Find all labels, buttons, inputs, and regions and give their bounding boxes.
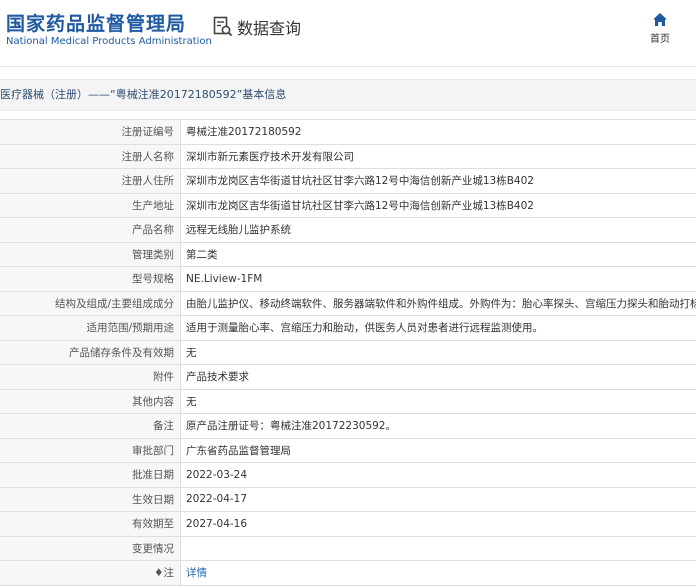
row-label: 产品名称	[0, 218, 181, 243]
row-value: 2027-04-16	[181, 512, 696, 537]
table-row: 注册人住所深圳市龙岗区吉华街道甘坑社区甘李六路12号中海信创新产业城13栋B40…	[0, 169, 696, 194]
row-value: 产品技术要求	[181, 365, 696, 390]
row-label: 变更情况	[0, 536, 181, 561]
data-query-label: 数据查询	[237, 15, 301, 39]
row-label: 适用范围/预期用途	[0, 316, 181, 341]
home-link[interactable]: 首页	[644, 12, 676, 45]
table-row: 备注原产品注册证号：粤械注准20172230592。	[0, 414, 696, 439]
row-value: 深圳市龙岗区吉华街道甘坑社区甘李六路12号中海信创新产业城13栋B402	[181, 193, 696, 218]
row-label: 批准日期	[0, 463, 181, 488]
table-row: 生效日期2022-04-17	[0, 487, 696, 512]
row-label: 注册证编号	[0, 120, 181, 145]
header-divider	[0, 66, 696, 67]
row-value: 深圳市龙岗区吉华街道甘坑社区甘李六路12号中海信创新产业城13栋B402	[181, 169, 696, 194]
row-label: 结构及组成/主要组成成分	[0, 291, 181, 316]
row-value: 广东省药品监督管理局	[181, 438, 696, 463]
table-row: 变更情况	[0, 536, 696, 561]
detail-table: 注册证编号粤械注准20172180592注册人名称深圳市新元素医疗技术开发有限公…	[0, 119, 696, 586]
row-value: 粤械注准20172180592	[181, 120, 696, 145]
table-row-note: ♦注详情	[0, 561, 696, 586]
table-row: 型号规格NE.Liview-1FM	[0, 267, 696, 292]
table-row: 管理类别第二类	[0, 242, 696, 267]
home-icon	[644, 12, 676, 27]
row-label: 注册人名称	[0, 144, 181, 169]
breadcrumb: 医疗器械（注册）——“粤械注准20172180592”基本信息	[0, 79, 696, 111]
table-row: 审批部门广东省药品监督管理局	[0, 438, 696, 463]
row-value: 第二类	[181, 242, 696, 267]
row-value: 无	[181, 340, 696, 365]
table-row: 附件产品技术要求	[0, 365, 696, 390]
row-label: 生效日期	[0, 487, 181, 512]
details-link[interactable]: 详情	[186, 567, 207, 579]
row-label: 备注	[0, 414, 181, 439]
row-label: 有效期至	[0, 512, 181, 537]
site-logo-chinese[interactable]: 国家药品监督管理局	[6, 9, 186, 36]
table-row: 产品储存条件及有效期无	[0, 340, 696, 365]
note-label: 注	[164, 567, 175, 579]
row-value: 适用于测量胎心率、宫缩压力和胎动，供医务人员对患者进行远程监测使用。	[181, 316, 696, 341]
table-row: 适用范围/预期用途适用于测量胎心率、宫缩压力和胎动，供医务人员对患者进行远程监测…	[0, 316, 696, 341]
table-row: 结构及组成/主要组成成分由胎儿监护仪、移动终端软件、服务器端软件和外购件组成。外…	[0, 291, 696, 316]
row-label: 管理类别	[0, 242, 181, 267]
data-query-link[interactable]: 数据查询	[213, 15, 301, 39]
row-label: 注册人住所	[0, 169, 181, 194]
site-logo-english[interactable]: National Medical Products Administration	[6, 36, 212, 47]
table-row: 注册证编号粤械注准20172180592	[0, 120, 696, 145]
home-label: 首页	[644, 30, 676, 45]
row-value: 由胎儿监护仪、移动终端软件、服务器端软件和外购件组成。外购件为：胎心率探头、宫缩…	[181, 291, 696, 316]
table-row: 注册人名称深圳市新元素医疗技术开发有限公司	[0, 144, 696, 169]
row-value	[181, 536, 696, 561]
row-value: 深圳市新元素医疗技术开发有限公司	[181, 144, 696, 169]
note-label-cell: ♦注	[0, 561, 181, 586]
table-row: 生产地址深圳市龙岗区吉华街道甘坑社区甘李六路12号中海信创新产业城13栋B402	[0, 193, 696, 218]
row-label: 型号规格	[0, 267, 181, 292]
row-value: 无	[181, 389, 696, 414]
table-row: 有效期至2027-04-16	[0, 512, 696, 537]
table-row: 批准日期2022-03-24	[0, 463, 696, 488]
row-label: 其他内容	[0, 389, 181, 414]
row-label: 产品储存条件及有效期	[0, 340, 181, 365]
row-value: 原产品注册证号：粤械注准20172230592。	[181, 414, 696, 439]
row-label: 附件	[0, 365, 181, 390]
site-header: 国家药品监督管理局 National Medical Products Admi…	[0, 0, 696, 60]
row-value: 2022-03-24	[181, 463, 696, 488]
pin-icon: ♦	[154, 567, 163, 579]
row-value: 2022-04-17	[181, 487, 696, 512]
data-query-icon	[213, 16, 233, 38]
note-value-cell: 详情	[181, 561, 696, 586]
table-row: 其他内容无	[0, 389, 696, 414]
row-label: 审批部门	[0, 438, 181, 463]
row-value: 远程无线胎儿监护系统	[181, 218, 696, 243]
row-label: 生产地址	[0, 193, 181, 218]
row-value: NE.Liview-1FM	[181, 267, 696, 292]
table-row: 产品名称远程无线胎儿监护系统	[0, 218, 696, 243]
